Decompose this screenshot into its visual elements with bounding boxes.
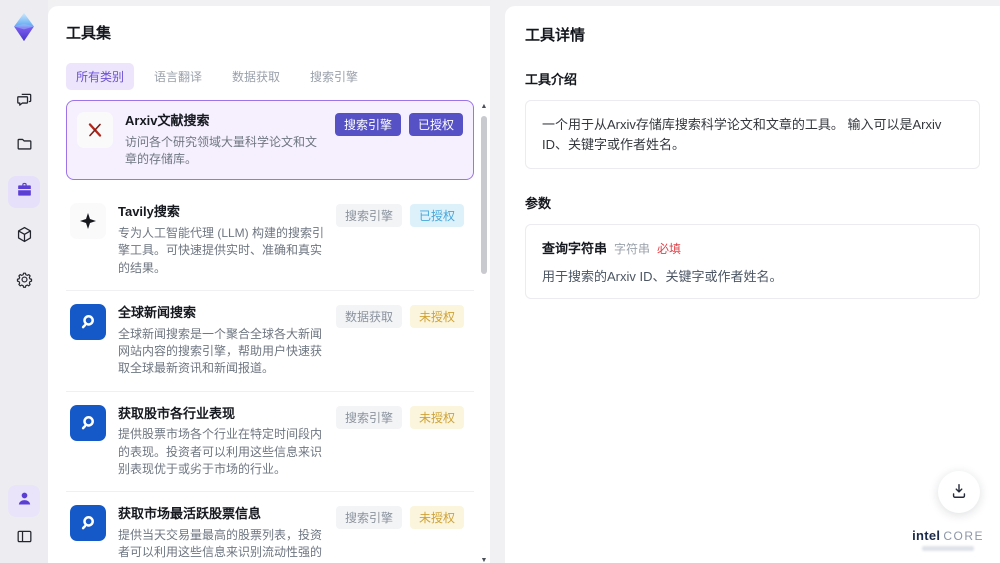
user-icon [15, 489, 34, 513]
rail-bottom [8, 485, 40, 555]
scroll-up-arrow[interactable]: ▲ [478, 102, 490, 112]
tool-text: 获取市场最活跃股票信息提供当天交易量最高的股票列表，投资者可以利用这些信息来识别… [118, 505, 326, 563]
param-name: 查询字符串 [542, 241, 608, 256]
category-tabs: 所有类别 语言翻译 数据获取 搜索引擎 [66, 63, 490, 90]
tool-name: 全球新闻搜索 [118, 305, 197, 321]
tool-card[interactable]: 获取市场最活跃股票信息提供当天交易量最高的股票列表，投资者可以利用这些信息来识别… [66, 492, 474, 563]
gear-icon [15, 270, 34, 294]
tool-description: 提供当天交易量最高的股票列表，投资者可以利用这些信息来识别流动性强的股票和潜在的… [118, 528, 323, 563]
tool-name: Arxiv文献搜索 [125, 113, 210, 128]
tool-card[interactable]: Tavily搜索专为人工智能代理 (LLM) 构建的搜索引擎工具。可快速提供实时… [66, 190, 474, 292]
brand-core-text: core [943, 529, 984, 543]
tools-list: Arxiv文献搜索 访问各个研究领域大量科学论文和文章的存储库。 搜索引擎 已授权 Ta… [66, 100, 474, 563]
tool-card[interactable]: 全球新闻搜索全球新闻搜索是一个聚合全球各大新闻网站内容的搜索引擎，帮助用户快速获… [66, 291, 474, 392]
sidebar-item-collapse[interactable] [8, 523, 40, 555]
tool-badges: 搜索引擎 未授权 [335, 505, 464, 530]
tavily-star-icon [70, 203, 106, 240]
page-title: 工具集 [66, 25, 112, 42]
tool-description: 提供股票市场各个行业在特定时间段内的表现。投资者可以利用这些信息来识别表现优于或… [118, 427, 323, 477]
global-news-icon [70, 505, 106, 542]
arxiv-icon [77, 112, 113, 148]
brand-intel-text: intel [912, 528, 941, 543]
tool-description: 专为人工智能代理 (LLM) 构建的搜索引擎工具。可快速提供实时、准确和真实的结… [118, 225, 325, 275]
tab-all-categories[interactable]: 所有类别 [66, 63, 135, 90]
sidebar-item-models[interactable] [8, 221, 40, 253]
tool-text: Tavily搜索专为人工智能代理 (LLM) 构建的搜索引擎工具。可快速提供实时… [118, 203, 326, 277]
tool-description: 全球新闻搜索是一个聚合全球各大新闻网站内容的搜索引擎，帮助用户快速获取全球最新资… [118, 326, 323, 376]
intro-text: 一个用于从Arxiv存储库搜索科学论文和文章的工具。 输入可以是Arxiv ID… [542, 117, 942, 152]
auth-status-badge: 已授权 [408, 113, 463, 136]
sidebar-item-chat[interactable] [8, 86, 40, 118]
panel-icon [15, 527, 34, 551]
param-box: 查询字符串 字符串 必填 用于搜索的Arxiv ID、关键字或作者姓名。 [525, 224, 980, 299]
tool-badges: 数据获取 未授权 [335, 304, 464, 329]
param-description: 用于搜索的Arxiv ID、关键字或作者姓名。 [542, 269, 783, 284]
tool-name: Tavily搜索 [118, 204, 180, 220]
auth-status-badge: 未授权 [409, 405, 464, 429]
tool-name: 获取股市各行业表现 [118, 405, 236, 421]
category-badge: 搜索引擎 [335, 506, 402, 530]
scrollbar-thumb[interactable] [481, 116, 487, 274]
detail-title: 工具详情 [525, 27, 586, 44]
tool-detail-panel: 工具详情 工具介绍 一个用于从Arxiv存储库搜索科学论文和文章的工具。 输入可… [505, 6, 1000, 563]
tool-card[interactable]: Arxiv文献搜索访问各个研究领域大量科学论文和文章的存储库。 搜索引擎 已授权 [66, 100, 474, 181]
global-news-icon [70, 404, 106, 441]
toolbox-icon [15, 180, 34, 204]
tool-text: Arxiv文献搜索访问各个研究领域大量科学论文和文章的存储库。 [125, 112, 325, 168]
sidebar-item-settings[interactable] [8, 266, 40, 298]
tool-description: 访问各个研究领域大量科学论文和文章的存储库。 [125, 134, 318, 166]
sidebar-item-tools[interactable] [8, 176, 40, 208]
cube-icon [15, 225, 34, 249]
global-news-icon [70, 304, 106, 341]
brand-subtext-blur [922, 546, 975, 551]
param-head: 查询字符串 字符串 必填 [542, 238, 963, 257]
category-badge: 搜索引擎 [334, 113, 401, 136]
tools-wrap: Arxiv文献搜索 访问各个研究领域大量科学论文和文章的存储库。 搜索引擎 已授权 Ta… [66, 100, 490, 563]
tab-language-translation[interactable]: 语言翻译 [144, 63, 212, 90]
tool-badges: 搜索引擎 已授权 [335, 203, 464, 228]
tool-badges: 搜索引擎 未授权 [335, 405, 464, 429]
app-logo-icon [7, 10, 41, 44]
tab-search-engine[interactable]: 搜索引擎 [300, 63, 368, 90]
download-icon [949, 481, 969, 504]
auth-status-badge: 已授权 [409, 204, 464, 228]
rail-nav [8, 86, 40, 298]
intel-core-logo: intel core [912, 528, 984, 551]
intro-heading: 工具介绍 [525, 72, 578, 87]
folder-icon [15, 135, 34, 159]
category-badge: 数据获取 [335, 305, 402, 329]
left-rail [0, 0, 48, 563]
tools-list-panel: 工具集 所有类别 语言翻译 数据获取 搜索引擎 Arxiv文献搜索 访问各个研究领域大量… [48, 6, 490, 563]
sidebar-item-profile[interactable] [8, 485, 40, 517]
tools-scrollbar: ▲ ▼ [478, 102, 490, 563]
params-heading: 参数 [525, 196, 552, 211]
tab-data-fetch[interactable]: 数据获取 [222, 63, 290, 90]
auth-status-badge: 未授权 [409, 305, 464, 329]
download-button[interactable] [938, 471, 980, 513]
app-window: 工具集 所有类别 语言翻译 数据获取 搜索引擎 Arxiv文献搜索 访问各个研究领域大量… [0, 0, 1000, 563]
tool-badges: 搜索引擎 已授权 [334, 112, 463, 136]
tool-card[interactable]: 获取股市各行业表现提供股票市场各个行业在特定时间段内的表现。投资者可以利用这些信… [66, 391, 474, 493]
tool-text: 获取股市各行业表现提供股票市场各个行业在特定时间段内的表现。投资者可以利用这些信… [118, 405, 326, 479]
tool-text: 全球新闻搜索全球新闻搜索是一个聚合全球各大新闻网站内容的搜索引擎，帮助用户快速获… [118, 304, 326, 378]
category-badge: 搜索引擎 [335, 405, 402, 429]
tool-name: 获取市场最活跃股票信息 [118, 506, 262, 522]
chat-icon [15, 90, 34, 114]
param-type: 字符串 [614, 242, 651, 256]
param-required-badge: 必填 [657, 242, 682, 256]
auth-status-badge: 未授权 [409, 506, 464, 530]
category-badge: 搜索引擎 [335, 204, 402, 228]
scroll-down-arrow[interactable]: ▼ [478, 556, 490, 563]
intro-box: 一个用于从Arxiv存储库搜索科学论文和文章的工具。 输入可以是Arxiv ID… [525, 100, 980, 169]
sidebar-item-files[interactable] [8, 131, 40, 163]
